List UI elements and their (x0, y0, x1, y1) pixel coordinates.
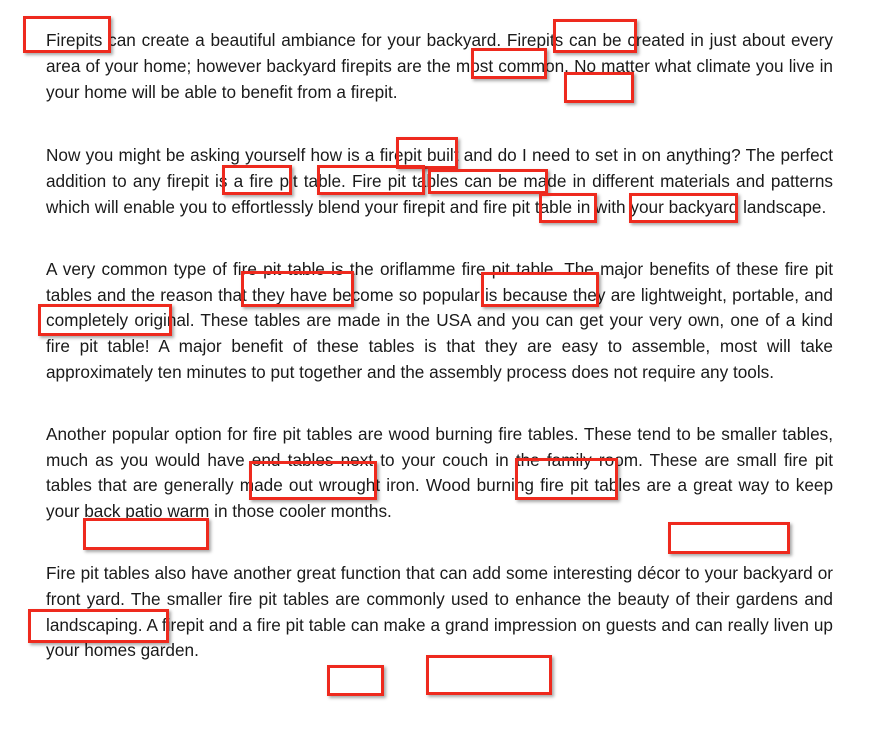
paragraph-decor: Fire pit tables also have another great … (46, 562, 833, 661)
paragraph-firepit-build: Now you might be asking yourself how is … (46, 145, 833, 217)
paragraph-wood-burning: Another popular option for fire pit tabl… (46, 423, 833, 522)
paragraph-intro: Firepits can create a beautiful ambiance… (46, 30, 833, 102)
article-body: Firepits can create a beautiful ambiance… (46, 28, 833, 664)
keyword-highlight-box (327, 665, 384, 696)
paragraph-oriflamme: A very common type of fire pit table is … (46, 258, 833, 382)
